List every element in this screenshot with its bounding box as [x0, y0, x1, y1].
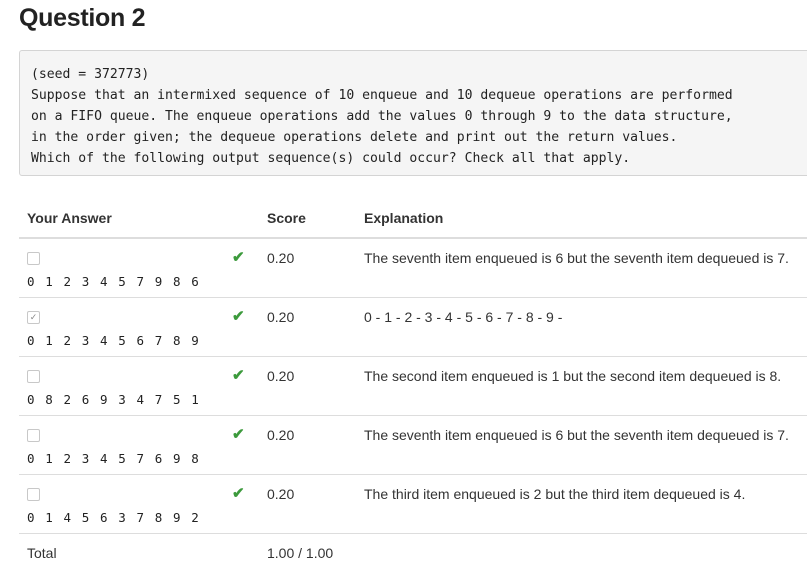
- header-score: Score: [267, 199, 364, 238]
- answer-sequence: 0 1 2 3 4 5 7 9 8 6: [27, 274, 232, 289]
- answer-sequence: 0 8 2 6 9 3 4 7 5 1: [27, 392, 232, 407]
- result-cell: ✔: [232, 357, 267, 416]
- explanation-cell: The seventh item enqueued is 6 but the s…: [364, 416, 807, 475]
- answer-checkbox-checked[interactable]: ✓: [27, 311, 40, 324]
- answer-score: 0.20: [267, 250, 364, 266]
- answer-cell: 0 8 2 6 9 3 4 7 5 1: [19, 357, 232, 416]
- score-cell: 0.20: [267, 475, 364, 534]
- explanation-cell: The third item enqueued is 2 but the thi…: [364, 475, 807, 534]
- answer-row: 0 1 2 3 4 5 7 9 8 6 ✔ 0.20 The seventh i…: [19, 238, 807, 298]
- checkmark-icon: ✔: [232, 248, 267, 266]
- answer-cell: 0 1 4 5 6 3 7 8 9 2: [19, 475, 232, 534]
- answer-sequence: 0 1 4 5 6 3 7 8 9 2: [27, 510, 232, 525]
- answer-row: 0 8 2 6 9 3 4 7 5 1 ✔ 0.20 The second it…: [19, 357, 807, 416]
- answer-explanation: The second item enqueued is 1 but the se…: [364, 368, 807, 384]
- results-table: Your Answer Score Explanation 0 1 2 3 4 …: [19, 199, 807, 571]
- answer-checkbox[interactable]: [27, 370, 40, 383]
- results-header-row: Your Answer Score Explanation: [19, 199, 807, 238]
- total-spacer: [232, 534, 267, 571]
- question-title: Question 2: [19, 4, 145, 33]
- total-label: Total: [19, 534, 232, 571]
- header-spacer: [232, 199, 267, 238]
- explanation-cell: 0 - 1 - 2 - 3 - 4 - 5 - 6 - 7 - 8 - 9 -: [364, 298, 807, 357]
- answer-checkbox[interactable]: [27, 429, 40, 442]
- question-text-line: Which of the following output sequence(s…: [31, 148, 807, 169]
- result-cell: ✔: [232, 475, 267, 534]
- total-score: 1.00 / 1.00: [267, 534, 364, 571]
- answer-checkbox[interactable]: [27, 252, 40, 265]
- answer-cell: 0 1 2 3 4 5 7 9 8 6: [19, 238, 232, 298]
- answer-row: 0 1 4 5 6 3 7 8 9 2 ✔ 0.20 The third ite…: [19, 475, 807, 534]
- score-cell: 0.20: [267, 298, 364, 357]
- answer-score: 0.20: [267, 309, 364, 325]
- question-text-line: on a FIFO queue. The enqueue operations …: [31, 106, 807, 127]
- checkmark-icon: ✔: [232, 484, 267, 502]
- answer-score: 0.20: [267, 486, 364, 502]
- explanation-cell: The seventh item enqueued is 6 but the s…: [364, 238, 807, 298]
- answer-explanation: 0 - 1 - 2 - 3 - 4 - 5 - 6 - 7 - 8 - 9 -: [364, 309, 807, 325]
- answer-sequence: 0 1 2 3 4 5 6 7 8 9: [27, 333, 232, 348]
- header-explanation: Explanation: [364, 199, 807, 238]
- result-cell: ✔: [232, 416, 267, 475]
- total-explanation-empty: [364, 534, 807, 571]
- question-seed: (seed = 372773): [31, 64, 807, 85]
- score-cell: 0.20: [267, 238, 364, 298]
- total-row: Total 1.00 / 1.00: [19, 534, 807, 571]
- result-cell: ✔: [232, 298, 267, 357]
- header-your-answer: Your Answer: [19, 199, 232, 238]
- answer-row: 0 1 2 3 4 5 7 6 9 8 ✔ 0.20 The seventh i…: [19, 416, 807, 475]
- explanation-cell: The second item enqueued is 1 but the se…: [364, 357, 807, 416]
- score-cell: 0.20: [267, 357, 364, 416]
- answer-sequence: 0 1 2 3 4 5 7 6 9 8: [27, 451, 232, 466]
- answer-explanation: The seventh item enqueued is 6 but the s…: [364, 427, 807, 443]
- answer-score: 0.20: [267, 427, 364, 443]
- score-cell: 0.20: [267, 416, 364, 475]
- question-text-line: in the order given; the dequeue operatio…: [31, 127, 807, 148]
- answer-row: ✓ 0 1 2 3 4 5 6 7 8 9 ✔ 0.20 0 - 1 - 2 -…: [19, 298, 807, 357]
- answer-cell: 0 1 2 3 4 5 7 6 9 8: [19, 416, 232, 475]
- answer-score: 0.20: [267, 368, 364, 384]
- answer-checkbox[interactable]: [27, 488, 40, 501]
- question-prompt-box: (seed = 372773) Suppose that an intermix…: [19, 50, 807, 176]
- checkmark-icon: ✔: [232, 425, 267, 443]
- checkmark-icon: ✔: [232, 307, 267, 325]
- checkmark-icon: ✔: [232, 366, 267, 384]
- result-cell: ✔: [232, 238, 267, 298]
- answer-explanation: The third item enqueued is 2 but the thi…: [364, 486, 807, 502]
- answer-cell: ✓ 0 1 2 3 4 5 6 7 8 9: [19, 298, 232, 357]
- answer-explanation: The seventh item enqueued is 6 but the s…: [364, 250, 807, 266]
- question-text-line: Suppose that an intermixed sequence of 1…: [31, 85, 807, 106]
